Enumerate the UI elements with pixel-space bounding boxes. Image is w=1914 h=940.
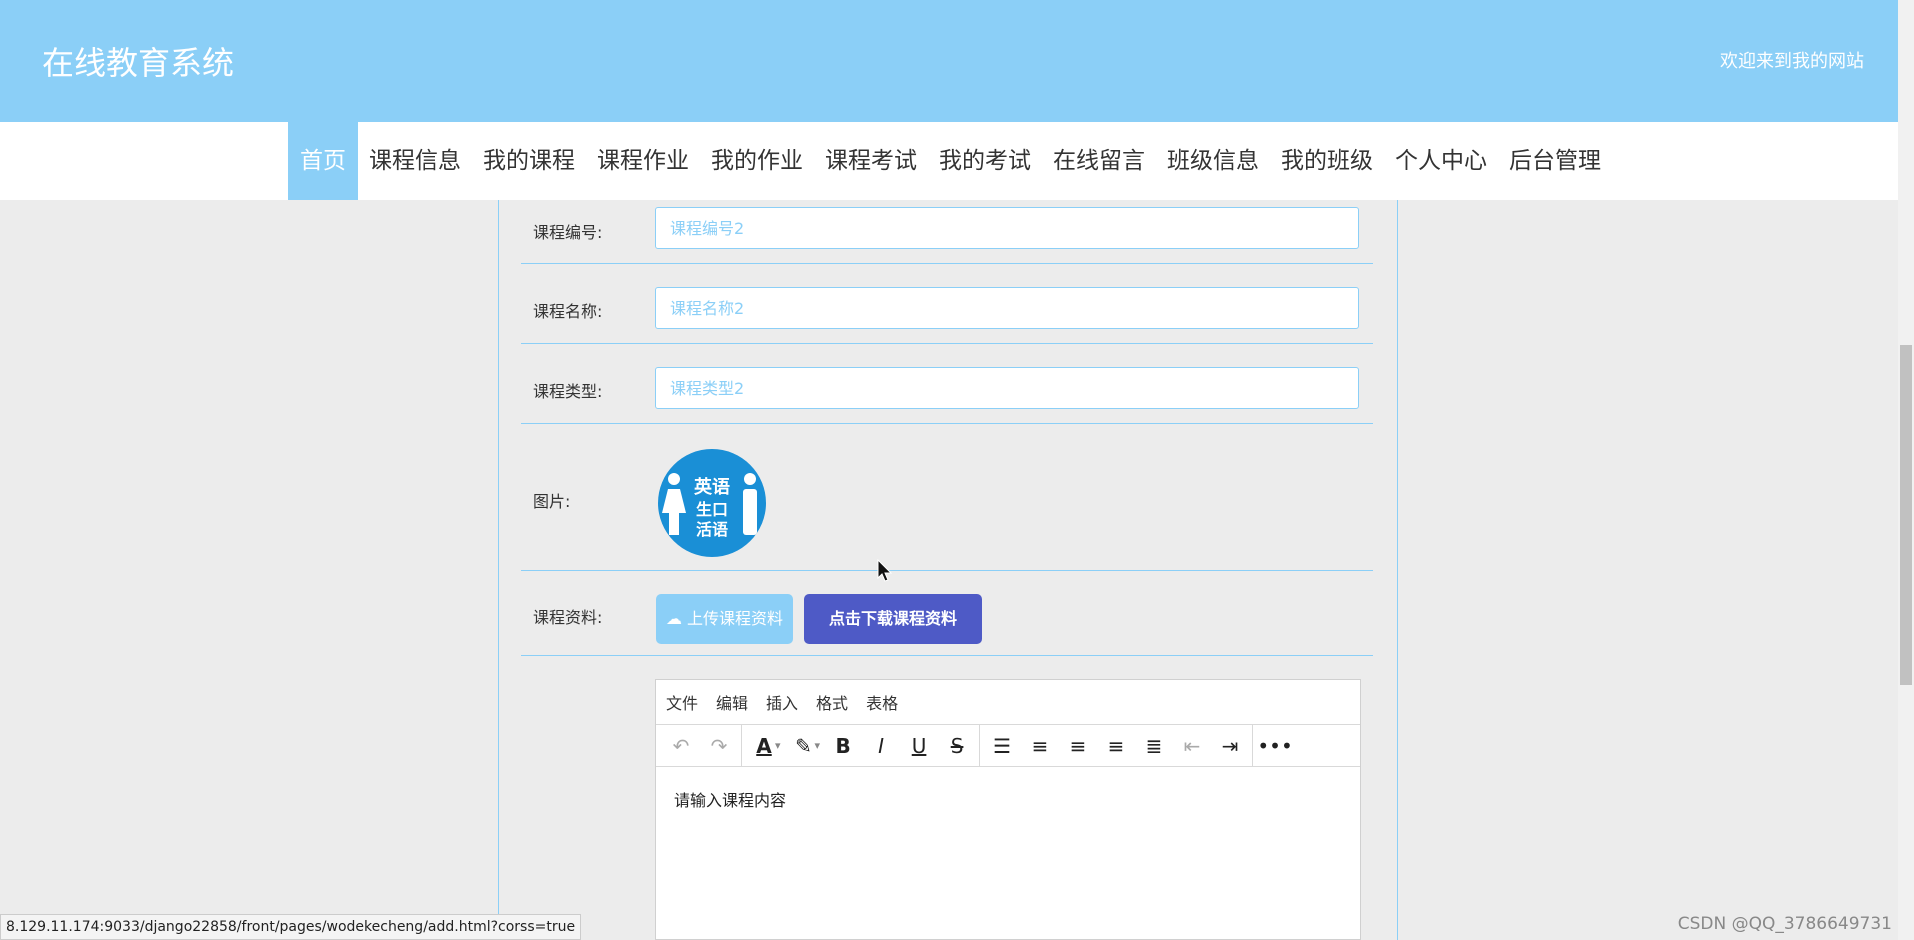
svg-text:活语: 活语 [696, 520, 728, 539]
menu-insert[interactable]: 插入 [766, 690, 798, 714]
nav-item-admin[interactable]: 后台管理 [1498, 122, 1612, 200]
menu-file[interactable]: 文件 [666, 690, 698, 714]
svg-text:英语: 英语 [693, 476, 730, 498]
nav-item-course-exam[interactable]: 课程考试 [814, 122, 928, 200]
form-row-course-no: 课程编号: [521, 200, 1373, 264]
main-nav: 首页 课程信息 我的课程 课程作业 我的作业 课程考试 我的考试 在线留言 班级… [0, 122, 1898, 200]
course-image: 英语 生口 活语 [658, 449, 766, 557]
content-editor: 文件 编辑 插入 格式 表格 ↶ ↷ A ▾ ✎ ▾ B I U S ☰ ≡ ≡… [655, 679, 1361, 940]
course-type-label: 课程类型: [533, 382, 603, 401]
align-center-icon[interactable]: ≡ [1059, 728, 1097, 764]
nav-item-course-homework[interactable]: 课程作业 [586, 122, 700, 200]
chevron-down-icon[interactable]: ▾ [775, 739, 781, 752]
course-name-label: 课程名称: [533, 302, 603, 321]
course-name-input[interactable] [655, 287, 1359, 329]
editor-menubar: 文件 编辑 插入 格式 表格 [656, 680, 1360, 724]
underline-icon[interactable]: U [900, 728, 938, 764]
menu-format[interactable]: 格式 [816, 690, 848, 714]
list-icon[interactable]: ☰ [983, 728, 1021, 764]
welcome-text: 欢迎来到我的网站 [1720, 51, 1864, 72]
mouse-cursor-icon [877, 559, 893, 582]
redo-icon[interactable]: ↷ [700, 728, 738, 764]
site-header: 在线教育系统 欢迎来到我的网站 [0, 0, 1898, 122]
scrollbar-thumb[interactable] [1900, 345, 1912, 685]
status-url: 8.129.11.174:9033/django22858/front/page… [0, 914, 582, 940]
course-type-input[interactable] [655, 367, 1359, 409]
nav-item-my-class[interactable]: 我的班级 [1270, 122, 1384, 200]
nav-item-home[interactable]: 首页 [288, 122, 358, 200]
form-row-image: 图片: [521, 424, 1373, 571]
form-row-course-type: 课程类型: [521, 344, 1373, 424]
chevron-down-icon[interactable]: ▾ [815, 739, 821, 752]
indent-icon[interactable]: ⇥ [1211, 728, 1249, 764]
upload-material-button[interactable]: ☁ 上传课程资料 [656, 594, 793, 644]
nav-item-my-courses[interactable]: 我的课程 [472, 122, 586, 200]
download-material-button[interactable]: 点击下载课程资料 [804, 594, 982, 644]
material-label: 课程资料: [533, 608, 603, 627]
menu-table[interactable]: 表格 [866, 690, 898, 714]
align-justify-icon[interactable]: ≣ [1135, 728, 1173, 764]
course-no-input[interactable] [655, 207, 1359, 249]
page-scrollbar[interactable] [1898, 0, 1914, 940]
strikethrough-icon[interactable]: S [938, 728, 976, 764]
nav-item-personal-center[interactable]: 个人中心 [1384, 122, 1498, 200]
nav-item-my-homework[interactable]: 我的作业 [700, 122, 814, 200]
watermark: CSDN @QQ_3786649731 [1677, 914, 1892, 934]
form-row-course-name: 课程名称: [521, 264, 1373, 344]
menu-edit[interactable]: 编辑 [716, 690, 748, 714]
image-label: 图片: [533, 492, 571, 511]
course-no-label: 课程编号: [533, 223, 603, 242]
nav-item-my-exam[interactable]: 我的考试 [928, 122, 1042, 200]
nav-item-class-info[interactable]: 班级信息 [1156, 122, 1270, 200]
cloud-upload-icon: ☁ [665, 609, 682, 628]
undo-icon[interactable]: ↶ [662, 728, 700, 764]
align-left-icon[interactable]: ≡ [1021, 728, 1059, 764]
editor-content[interactable]: 请输入课程内容 [656, 767, 1360, 831]
italic-icon[interactable]: I [862, 728, 900, 764]
site-title: 在线教育系统 [42, 44, 235, 82]
bold-icon[interactable]: B [824, 728, 862, 764]
outdent-icon[interactable]: ⇤ [1173, 728, 1211, 764]
editor-toolbar: ↶ ↷ A ▾ ✎ ▾ B I U S ☰ ≡ ≡ ≡ ≣ ⇤ ⇥ ••• [656, 724, 1360, 767]
align-right-icon[interactable]: ≡ [1097, 728, 1135, 764]
more-icon[interactable]: ••• [1256, 728, 1294, 764]
nav-item-messages[interactable]: 在线留言 [1042, 122, 1156, 200]
nav-item-course-info[interactable]: 课程信息 [358, 122, 472, 200]
svg-text:生口: 生口 [696, 500, 728, 519]
